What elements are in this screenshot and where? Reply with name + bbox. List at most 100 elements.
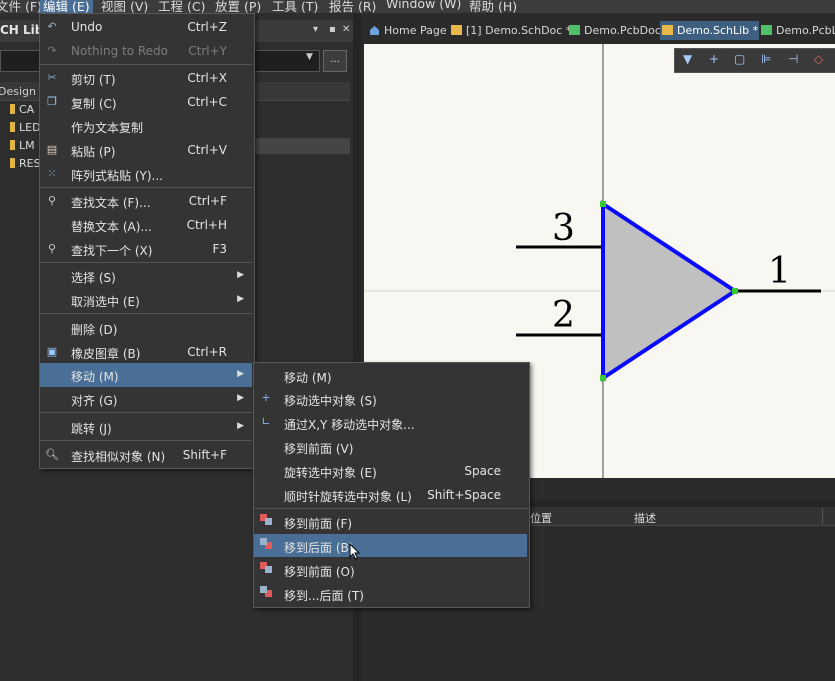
undo-icon: ↶	[47, 20, 57, 33]
tab-home-page[interactable]: Home Page	[367, 21, 447, 40]
home-icon	[370, 26, 379, 35]
menu-item-find-text[interactable]: ⚲ 查找文本 (F)... Ctrl+F	[40, 189, 252, 213]
menu-item-deselect[interactable]: 取消选中 (E) ▶	[40, 288, 252, 312]
menu-item-select[interactable]: 选择 (S) ▶	[40, 264, 252, 288]
menu-item-copy[interactable]: ❐ 复制 (C) Ctrl+C	[40, 90, 252, 114]
panel-menu-icon[interactable]: ▾	[313, 24, 318, 35]
menu-item-jump[interactable]: 跳转 (J) ▶	[40, 415, 252, 439]
menu-separator	[40, 313, 252, 314]
menu-tools[interactable]: 工具 (T)	[272, 0, 318, 13]
submenu-item-bring-to-front[interactable]: 移到前面 (V)	[254, 435, 527, 458]
chevron-down-icon[interactable]: ▼	[306, 52, 313, 62]
paste-icon: ▤	[46, 143, 58, 156]
schlib-icon	[662, 25, 673, 35]
menu-item-replace-text[interactable]: 替换文本 (A)... Ctrl+H	[40, 213, 252, 237]
cut-icon: ✂	[47, 71, 57, 84]
menu-item-align[interactable]: 对齐 (G) ▶	[40, 387, 252, 411]
opamp-body[interactable]	[601, 200, 739, 382]
submenu-item-bring-front[interactable]: 移到前面 (F)	[254, 510, 527, 533]
submenu-arrow-icon: ▶	[237, 393, 244, 403]
menu-item-rubber-stamp[interactable]: ▣ 橡皮图章 (B) Ctrl+R	[40, 340, 252, 364]
menu-item-redo[interactable]: ↷ Nothing to Redo Ctrl+Y	[40, 39, 252, 63]
menu-edit[interactable]: 编辑 (E)	[40, 0, 93, 13]
close-icon[interactable]: ✕	[342, 24, 350, 35]
move-cross-icon: +	[261, 391, 271, 404]
send-back-icon	[259, 538, 273, 552]
send-behind-icon	[259, 586, 273, 600]
pin-icon[interactable]: ▪	[329, 24, 336, 35]
tab-demo-schdoc[interactable]: [1] Demo.SchDoc *	[449, 21, 571, 40]
list-item[interactable]: LM	[10, 139, 35, 155]
selection-handle[interactable]	[600, 201, 606, 207]
filter-more-button[interactable]: ...	[323, 50, 347, 72]
menu-separator	[40, 440, 252, 441]
menu-reports[interactable]: 报告 (R)	[329, 0, 376, 13]
list-item[interactable]: LED	[10, 121, 41, 137]
column-divider	[822, 508, 823, 524]
submenu-arrow-icon: ▶	[237, 369, 244, 379]
align-icon[interactable]: ⊫	[761, 52, 771, 66]
menu-separator	[40, 64, 252, 65]
menu-place[interactable]: 放置 (P)	[215, 0, 261, 13]
submenu-item-bring-front-of[interactable]: 移到前面 (O)	[254, 558, 527, 581]
schematic-doc-icon	[451, 25, 462, 35]
column-header-location[interactable]: 位置	[530, 510, 552, 526]
menu-separator	[40, 412, 252, 413]
submenu-item-send-behind[interactable]: 移到...后面 (T)	[254, 582, 527, 605]
menu-item-delete[interactable]: 删除 (D)	[40, 316, 252, 340]
menu-item-undo[interactable]: ↶ Undo Ctrl+Z	[40, 15, 252, 39]
tab-demo-pcbdoc[interactable]: Demo.PcbDoc	[567, 21, 661, 40]
list-item[interactable]: CA	[10, 103, 34, 119]
array-paste-icon: ⁙	[47, 167, 57, 180]
menu-item-move[interactable]: 移动 (M) ▶	[40, 363, 252, 387]
column-header-description[interactable]: 描述	[634, 510, 656, 526]
menu-separator	[40, 262, 252, 263]
submenu-item-send-back[interactable]: 移到后面 (B)	[254, 534, 527, 557]
bottom-table-header	[525, 507, 835, 526]
pin-tool-icon[interactable]: ⊣	[788, 52, 798, 66]
menu-view[interactable]: 视图 (V)	[101, 0, 148, 13]
selection-handle[interactable]	[732, 288, 738, 294]
selection-handle[interactable]	[600, 375, 606, 381]
component-icon	[10, 122, 15, 132]
submenu-item-rotate-selection[interactable]: 旋转选中对象 (E) Space	[254, 459, 527, 482]
find-next-icon: ⚲	[47, 242, 57, 255]
pin-label-3: 3	[552, 208, 575, 249]
menu-file[interactable]: 文件 (F)	[0, 0, 42, 13]
selected-row-highlight	[253, 138, 350, 154]
submenu-arrow-icon: ▶	[237, 294, 244, 304]
submenu-item-move[interactable]: 移动 (M)	[254, 364, 527, 387]
submenu-arrow-icon: ▶	[237, 270, 244, 280]
bring-front-icon	[259, 514, 273, 528]
menu-item-paste[interactable]: ▤ 粘贴 (P) Ctrl+V	[40, 138, 252, 162]
menu-item-cut[interactable]: ✂ 剪切 (T) Ctrl+X	[40, 66, 252, 90]
binoculars-icon: ⚲	[47, 194, 57, 207]
menu-item-find-similar[interactable]: 🔍︎ 查找相似对象 (N) Shift+F	[40, 443, 252, 467]
submenu-item-rotate-clockwise[interactable]: 顺时针旋转选中对象 (L) Shift+Space	[254, 483, 527, 506]
component-icon	[10, 158, 15, 168]
submenu-item-move-by-xy[interactable]: ∟ 通过X,Y 移动选中对象...	[254, 411, 527, 434]
menu-bar: 文件 (F) 编辑 (E) 视图 (V) 工程 (C) 放置 (P) 工具 (T…	[0, 0, 835, 13]
menu-item-find-next[interactable]: ⚲ 查找下一个 (X) F3	[40, 237, 252, 261]
pin-label-2: 2	[552, 295, 575, 336]
eraser-icon[interactable]: ◇	[814, 52, 823, 66]
select-rect-icon[interactable]: ▢	[734, 52, 745, 66]
add-icon[interactable]: +	[709, 52, 719, 66]
magnifier-icon: 🔍︎	[45, 448, 59, 461]
submenu-item-move-selection[interactable]: + 移动选中对象 (S)	[254, 387, 527, 410]
menu-project[interactable]: 工程 (C)	[158, 0, 205, 13]
bring-front-of-icon	[259, 562, 273, 576]
list-item[interactable]: RES	[10, 157, 41, 173]
menu-help[interactable]: 帮助 (H)	[469, 0, 517, 13]
menu-separator	[254, 508, 527, 509]
menu-item-copy-as-text[interactable]: 作为文本复制	[40, 114, 252, 138]
tab-demo-schlib[interactable]: Demo.SchLib *	[660, 21, 759, 40]
menu-item-array-paste[interactable]: ⁙ 阵列式粘贴 (Y)...	[40, 162, 252, 186]
menu-window[interactable]: Window (W)	[386, 0, 461, 11]
filter-icon[interactable]: ▼	[683, 52, 692, 66]
submenu-arrow-icon: ▶	[237, 421, 244, 431]
menu-separator	[40, 187, 252, 188]
component-icon	[10, 140, 15, 150]
pin-label-1: 1	[768, 251, 791, 292]
tab-demo-pcblib[interactable]: Demo.PcbLi	[759, 21, 835, 40]
